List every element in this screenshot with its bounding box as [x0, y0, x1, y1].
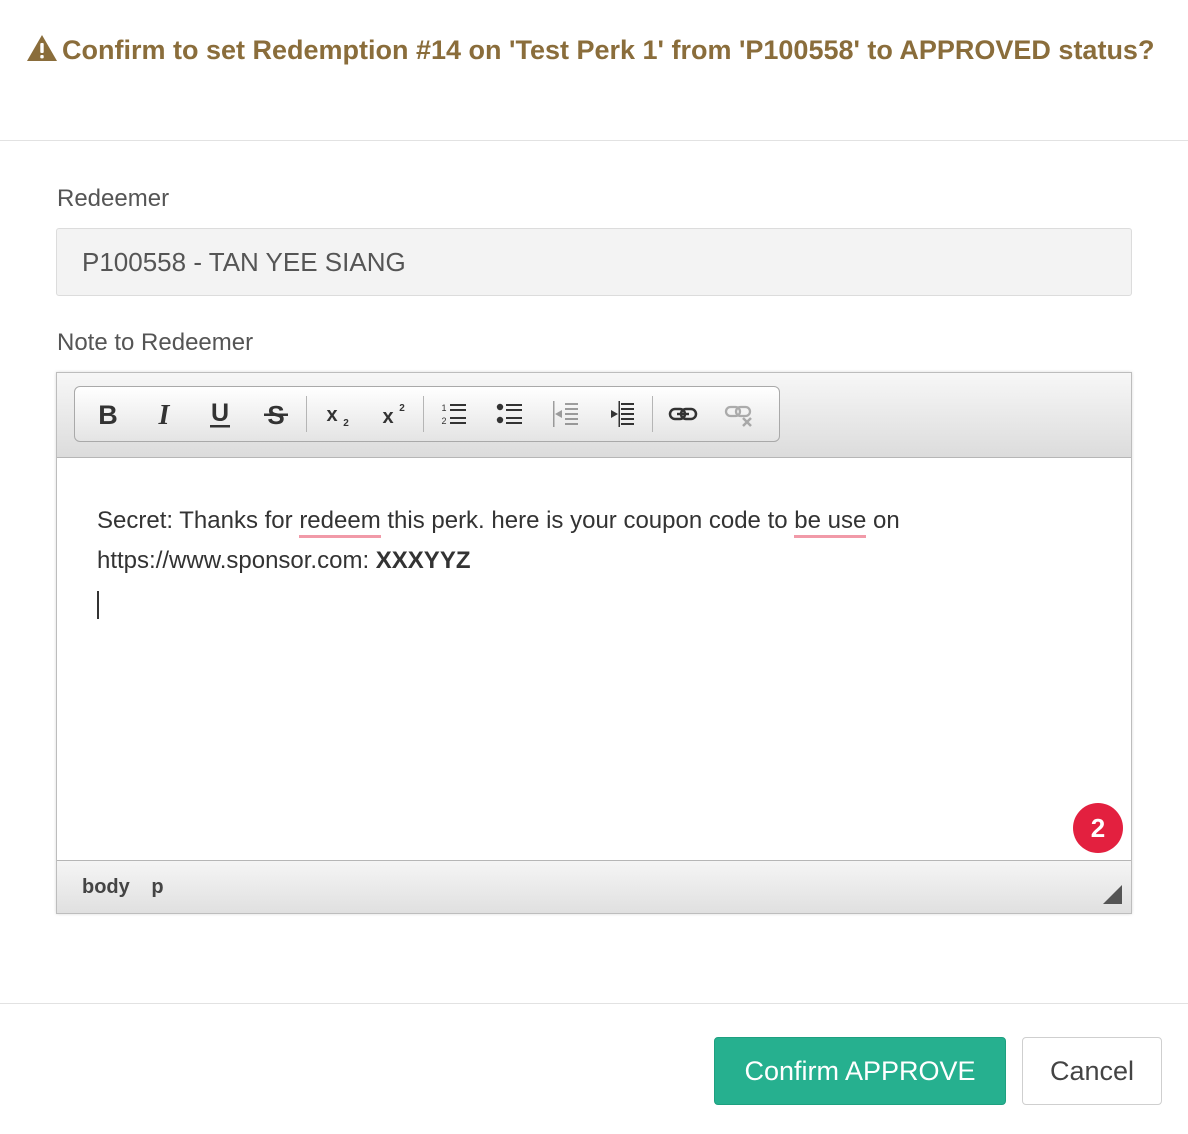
cancel-button[interactable]: Cancel: [1022, 1037, 1162, 1105]
resize-handle-icon[interactable]: [1103, 885, 1122, 904]
bulleted-list-button[interactable]: [482, 387, 538, 441]
unlink-icon: [724, 405, 752, 427]
dialog-title-row: Confirm to set Redemption #14 on 'Test P…: [26, 30, 1162, 70]
note-text: this perk. here is your coupon code to: [380, 507, 795, 534]
bold-button[interactable]: B: [80, 387, 136, 441]
note-text: on: [866, 507, 900, 534]
toolbar-separator: [423, 396, 424, 432]
svg-text:U: U: [211, 399, 229, 427]
underline-icon: U: [210, 399, 230, 428]
link-icon: [668, 407, 698, 421]
editor-element-path: body p: [57, 860, 1131, 913]
toolbar-separator: [652, 396, 653, 432]
indent-icon: [611, 401, 634, 427]
svg-text:I: I: [158, 400, 171, 429]
note-text: Secret: Thanks for: [97, 507, 300, 534]
note-text: https://www.sponsor.com:: [97, 547, 376, 574]
toolbar-separator: [306, 396, 307, 432]
redeemer-field: P100558 - TAN YEE SIANG: [56, 228, 1132, 296]
strikethrough-button[interactable]: S: [248, 387, 304, 441]
warning-triangle-icon: [27, 35, 57, 61]
rich-text-editor: B I U S x2 x2 1 2 Secret: Thanks for red…: [56, 372, 1132, 914]
toolbar-button-group: B I U S x2 x2 1 2: [74, 386, 780, 442]
link-button[interactable]: [655, 387, 711, 441]
dialog-title: Confirm to set Redemption #14 on 'Test P…: [62, 35, 1155, 65]
superscript-button[interactable]: x2: [365, 387, 421, 441]
bold-icon: B: [98, 400, 118, 429]
svg-text:2: 2: [343, 418, 349, 429]
numbered-list-button[interactable]: 12: [426, 387, 482, 441]
numbered-list-icon: 12: [441, 403, 466, 426]
superscript-icon: x2: [382, 403, 405, 428]
coupon-code: XXXYYZ: [375, 547, 471, 574]
path-item-p[interactable]: p: [151, 876, 163, 898]
svg-text:1: 1: [441, 403, 446, 413]
confirm-approve-button[interactable]: Confirm APPROVE: [714, 1037, 1006, 1105]
text-caret: [97, 590, 99, 619]
svg-text:x: x: [326, 404, 337, 426]
svg-text:2: 2: [441, 416, 446, 426]
svg-text:x: x: [382, 406, 393, 428]
italic-icon: I: [158, 400, 171, 429]
editor-toolbar: B I U S x2 x2 1 2: [57, 373, 1131, 458]
bulleted-list-icon: [496, 403, 522, 424]
unlink-button[interactable]: [711, 387, 767, 441]
subscript-icon: x2: [326, 404, 349, 429]
note-line-3: [97, 581, 1091, 621]
note-line-2: https://www.sponsor.com: XXXYYZ: [97, 541, 1091, 581]
path-item-body[interactable]: body: [82, 876, 130, 898]
decrease-indent-button[interactable]: [538, 387, 594, 441]
svg-text:B: B: [98, 400, 118, 429]
note-label: Note to Redeemer: [57, 329, 254, 356]
strikethrough-icon: S: [264, 400, 288, 429]
underline-button[interactable]: U: [192, 387, 248, 441]
dialog-footer: Confirm APPROVE Cancel: [0, 1003, 1188, 1134]
subscript-button[interactable]: x2: [309, 387, 365, 441]
editor-content-area[interactable]: Secret: Thanks for redeem this perk. her…: [57, 458, 1131, 860]
dialog-header: Confirm to set Redemption #14 on 'Test P…: [0, 0, 1188, 141]
misspelled-word: be use: [794, 507, 867, 538]
redeemer-label: Redeemer: [57, 185, 170, 212]
italic-button[interactable]: I: [136, 387, 192, 441]
misspelled-word: redeem: [299, 507, 381, 538]
approve-redemption-dialog: Confirm to set Redemption #14 on 'Test P…: [0, 0, 1188, 1134]
outdent-icon: [553, 401, 578, 427]
svg-text:2: 2: [399, 403, 405, 414]
increase-indent-button[interactable]: [594, 387, 650, 441]
notification-badge[interactable]: 2: [1073, 803, 1123, 853]
note-line-1: Secret: Thanks for redeem this perk. her…: [97, 501, 1091, 541]
